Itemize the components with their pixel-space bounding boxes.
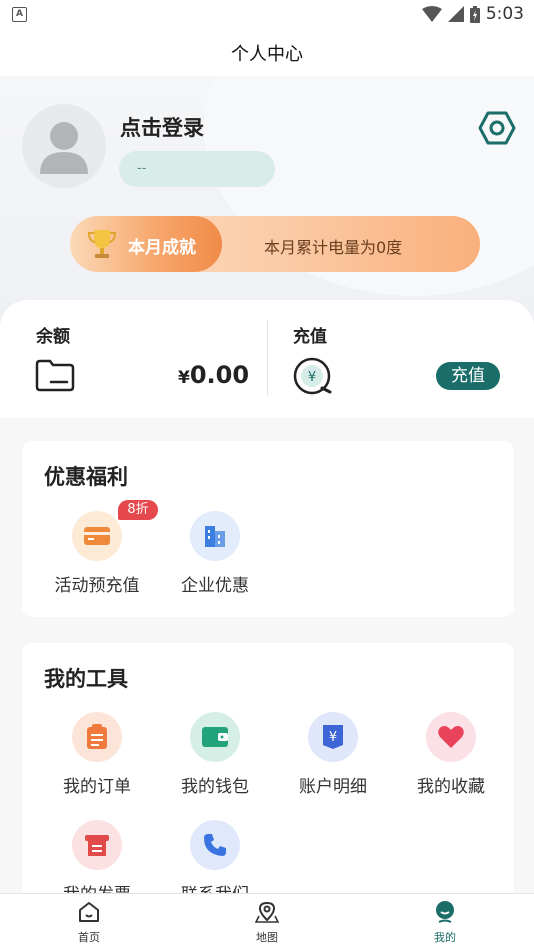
building-icon (190, 511, 240, 561)
clipboard-icon (72, 712, 122, 762)
tab-map[interactable]: 地图 (227, 900, 307, 945)
user-subtitle: -- (119, 151, 275, 187)
balance-label: 余额 (36, 327, 70, 347)
settings-button[interactable] (478, 110, 516, 146)
tool-item-favorites[interactable]: 我的收藏 (396, 712, 506, 797)
tool-label: 账户明细 (299, 777, 367, 797)
wallet-folder-icon (35, 359, 75, 392)
benefit-item-enterprise[interactable]: 企业优惠 (160, 511, 270, 596)
profile-icon (436, 901, 454, 923)
home-icon (79, 902, 99, 922)
benefit-item-prepaid[interactable]: 活动预充值 (42, 511, 152, 596)
svg-text:¥: ¥ (308, 370, 316, 385)
achievement-text: 本月累计电量为0度 (264, 238, 403, 257)
wifi-icon (421, 6, 442, 22)
divider (267, 320, 268, 396)
card-icon (72, 511, 122, 561)
balance-value: 0.00 (189, 361, 250, 389)
trophy-icon (88, 230, 116, 258)
tab-label: 我的 (434, 931, 456, 944)
status-bar: A 5:03 (0, 0, 534, 28)
wallet-icon (190, 712, 240, 762)
tool-item-orders[interactable]: 我的订单 (42, 712, 152, 797)
tab-label: 地图 (256, 931, 278, 944)
bill-icon: ¥ (308, 712, 358, 762)
benefit-label: 企业优惠 (181, 576, 249, 596)
hexagon-settings-icon (478, 111, 516, 145)
tool-item-account-details[interactable]: ¥ 账户明细 (278, 712, 388, 797)
achievement-banner[interactable]: 本月成就 本月累计电量为0度 (70, 216, 480, 272)
bottom-tab-bar: 首页 地图 我的 (0, 893, 534, 951)
tools-title: 我的工具 (44, 667, 128, 691)
tool-label: 我的收藏 (417, 777, 485, 797)
status-time: 5:03 (485, 4, 524, 24)
discount-badge: 8折 (118, 500, 158, 520)
battery-icon (469, 5, 480, 23)
title-bar: 个人中心 (0, 28, 534, 76)
user-avatar-icon (40, 122, 88, 174)
tab-label: 首页 (78, 931, 100, 944)
signal-icon (447, 6, 464, 22)
tab-mine[interactable]: 我的 (405, 900, 485, 945)
recharge-coin-icon: ¥ (293, 357, 332, 395)
page-title: 个人中心 (231, 44, 303, 65)
recharge-label: 充值 (293, 327, 327, 347)
tool-label: 我的订单 (63, 777, 131, 797)
invoice-icon (72, 820, 122, 870)
avatar[interactable] (22, 104, 106, 188)
heart-icon (426, 712, 476, 762)
map-pin-icon (254, 901, 280, 923)
phone-icon (190, 820, 240, 870)
tab-home[interactable]: 首页 (49, 900, 129, 945)
login-link[interactable]: 点击登录 (120, 112, 204, 142)
currency-symbol: ¥ (178, 368, 190, 388)
svg-text:¥: ¥ (329, 730, 337, 745)
tool-item-wallet[interactable]: 我的钱包 (160, 712, 270, 797)
benefit-label: 活动预充值 (54, 576, 140, 596)
recharge-button[interactable]: 充值 (436, 362, 500, 390)
status-icons: 5:03 (421, 4, 524, 24)
tool-label: 我的钱包 (181, 777, 249, 797)
balance-amount[interactable]: ¥0.00 (178, 361, 249, 389)
achievement-title: 本月成就 (128, 238, 196, 258)
benefits-title: 优惠福利 (44, 465, 128, 489)
notification-indicator: A (12, 7, 27, 22)
